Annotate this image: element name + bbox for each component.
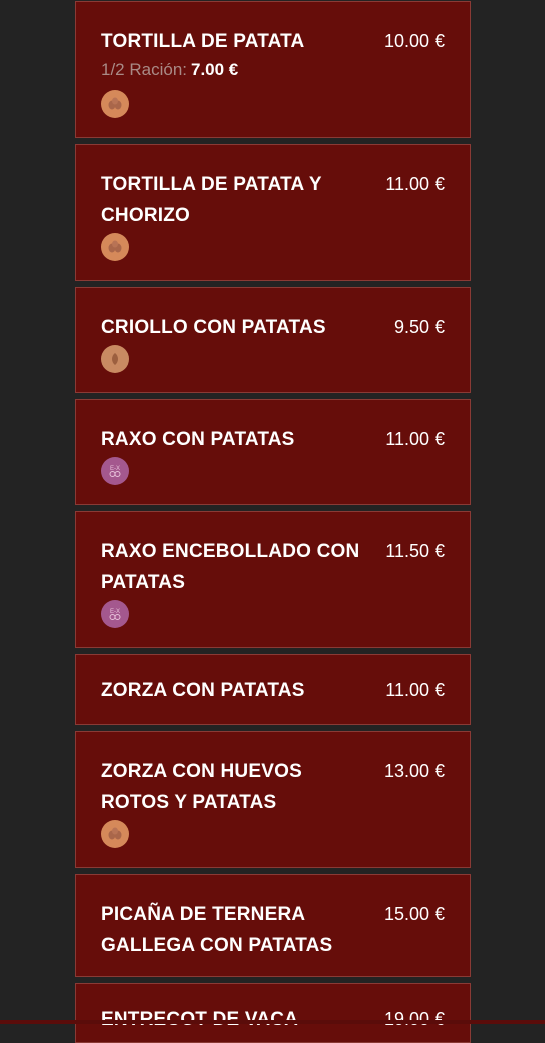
menu-item-card[interactable]: PICAÑA DE TERNERA GALLEGA CON PATATAS 15… xyxy=(75,874,471,977)
menu-item-name: RAXO ENCEBOLLADO CON PATATAS xyxy=(101,541,360,593)
menu-item-name: ZORZA CON PATATAS xyxy=(101,680,305,701)
sulfite-icon: E-X xyxy=(101,457,129,485)
egg-icon xyxy=(101,820,129,848)
menu-item-card[interactable]: TORTILLA DE PATATA Y CHORIZO 11.00 € xyxy=(75,144,471,281)
menu-item-price: 13.00 € xyxy=(383,761,445,781)
menu-item-card[interactable]: CRIOLLO CON PATATAS 9.50 € xyxy=(75,287,471,393)
menu-item-card[interactable]: TORTILLA DE PATATA 10.00 € 1/2 Ración: 7.0… xyxy=(75,1,471,138)
sulfite-icon: E-X xyxy=(101,600,129,628)
menu-item-card[interactable]: ENTRECOT DE VACA 19.00€ xyxy=(75,983,471,1043)
menu-item-price: 10.00 € xyxy=(383,31,445,51)
svg-text:E-X: E-X xyxy=(110,466,120,472)
menu-item-price: 11.50 € xyxy=(385,541,445,561)
menu-item-price: 11.00 € xyxy=(385,429,445,449)
half-portion-label: 1/2 Ración: xyxy=(101,60,187,79)
menu-item-card[interactable]: RAXO CON PATATAS 11.00 € E-X xyxy=(75,399,471,505)
menu-item-name: ZORZA CON HUEVOS ROTOS Y PATATAS xyxy=(101,761,302,813)
menu-item-price: 9.50 € xyxy=(393,317,445,337)
menu-item-name: RAXO CON PATATAS xyxy=(101,429,295,450)
egg-icon xyxy=(101,233,129,261)
menu-item-name: TORTILLA DE PATATA xyxy=(101,31,305,52)
menu-item-name: PICAÑA DE TERNERA GALLEGA CON PATATAS xyxy=(101,904,333,956)
menu-item-price: 15.00 € xyxy=(383,904,445,924)
menu-item-name: TORTILLA DE PATATA Y CHORIZO xyxy=(101,174,322,226)
menu-item-card[interactable]: ZORZA CON HUEVOS ROTOS Y PATATAS 13.00 € xyxy=(75,731,471,868)
menu-item-name: CRIOLLO CON PATATAS xyxy=(101,317,326,338)
svg-text:E-X: E-X xyxy=(110,609,120,615)
egg-icon xyxy=(101,90,129,118)
menu-item-card[interactable]: RAXO ENCEBOLLADO CON PATATAS 11.50 € E-X xyxy=(75,511,471,648)
menu-item-price: 11.00 € xyxy=(385,174,445,194)
menu-item-card[interactable]: ZORZA CON PATATAS 11.00 € xyxy=(75,654,471,725)
mustard-icon xyxy=(101,345,129,373)
half-portion: 1/2 Ración: 7.00 € xyxy=(101,56,238,84)
half-portion-price: 7.00 € xyxy=(191,60,239,79)
bottom-edge xyxy=(0,1020,545,1024)
menu-item-price: 11.00 € xyxy=(385,680,445,700)
